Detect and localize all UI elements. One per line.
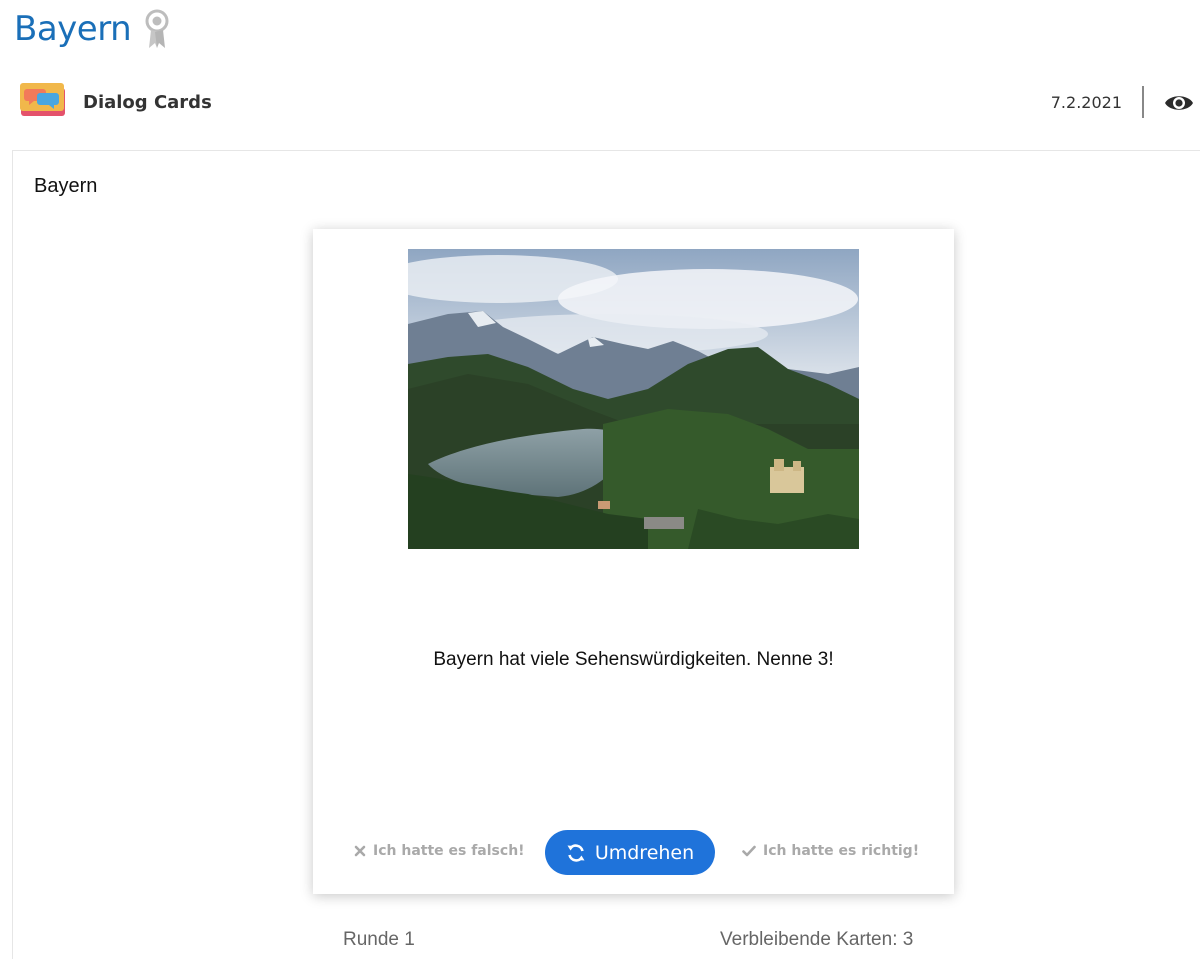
content-type-label: Dialog Cards [83, 92, 212, 113]
content-meta-bar: Dialog Cards 7.2.2021 [0, 76, 1200, 132]
flip-card-button[interactable]: Umdrehen [545, 830, 715, 875]
page-title: Bayern [14, 9, 132, 49]
answered-wrong-button[interactable]: Ich hatte es falsch! [354, 843, 525, 859]
cross-icon [354, 845, 366, 857]
date-label: 7.2.2021 [1050, 93, 1122, 112]
round-counter: Runde 1 [343, 929, 415, 950]
card-question-text: Bayern hat viele Sehenswürdigkeiten. Nen… [433, 649, 834, 670]
flip-card-label: Umdrehen [594, 841, 695, 864]
dialog-cards-icon [20, 83, 65, 116]
checkmark-icon [742, 845, 756, 857]
remaining-cards-counter: Verbleibende Karten: 3 [720, 929, 914, 950]
refresh-icon [567, 843, 585, 862]
answered-right-button[interactable]: Ich hatte es richtig! [742, 843, 919, 859]
mountain-lake-landscape-image [408, 249, 859, 549]
eye-icon[interactable] [1164, 92, 1194, 114]
answered-wrong-label: Ich hatte es falsch! [373, 843, 525, 859]
content-title: Bayern [34, 175, 98, 197]
separator [1142, 86, 1144, 118]
dialog-card: Bayern hat viele Sehenswürdigkeiten. Nen… [313, 229, 954, 894]
answered-right-label: Ich hatte es richtig! [763, 843, 920, 859]
page-header: Bayern [14, 8, 171, 50]
award-ribbon-icon [145, 9, 169, 48]
